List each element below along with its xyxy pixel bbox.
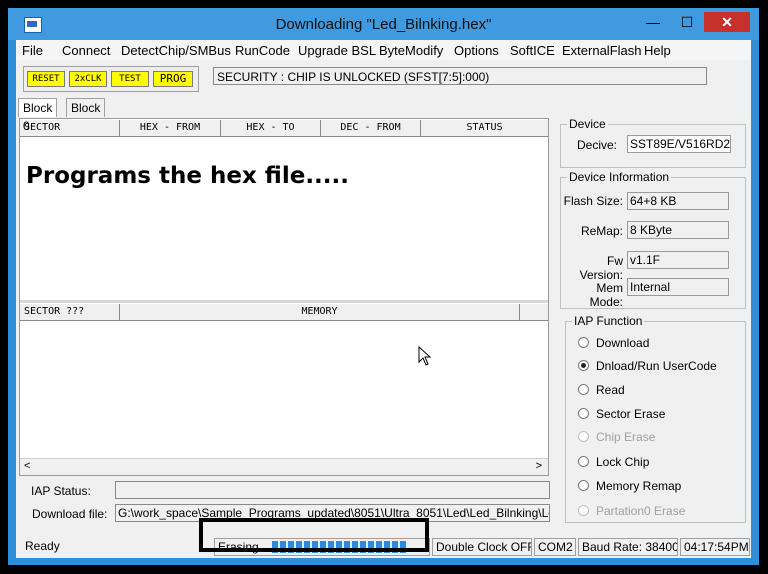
status-port: COM2 (534, 538, 576, 556)
col-hex-from[interactable]: HEX - FROM (120, 120, 221, 136)
tab-block-1[interactable]: Block 1 (66, 98, 106, 133)
radio-sector-erase-label[interactable]: Sector Erase (596, 407, 665, 421)
mouse-pointer-icon (418, 345, 432, 366)
radio-lock-chip-label[interactable]: Lock Chip (596, 455, 649, 469)
mem-mode-label: Mem Mode: (589, 281, 623, 309)
menu-runcode[interactable]: RunCode (235, 43, 290, 58)
status-ready: Ready (25, 539, 60, 553)
test-button[interactable]: TEST (111, 71, 149, 87)
flash-size-field: 64+8 KB (627, 192, 729, 210)
panel-splitter[interactable] (20, 300, 548, 303)
menu-bar: File Connect DetectChip/SMBus RunCode Up… (16, 40, 751, 60)
fw-version-field: v1.1F (627, 251, 729, 269)
memory-table-header: SECTOR ??? MEMORY (20, 304, 548, 321)
status-baud: Baud Rate: 38400 (578, 538, 678, 556)
iap-status-label: IAP Status: (31, 484, 91, 498)
remap-field: 8 KByte (627, 221, 729, 239)
radio-chip-erase-label: Chip Erase (596, 430, 656, 444)
radio-read-label[interactable]: Read (596, 383, 625, 397)
remap-label: ReMap: (580, 224, 623, 238)
radio-dnload-run-label[interactable]: Dnload/Run UserCode (596, 359, 717, 373)
device-group-title: Device (567, 117, 608, 131)
col-hex-to[interactable]: HEX - TO (221, 120, 321, 136)
device-field[interactable]: SST89E/V516RD2 (627, 135, 731, 153)
prog-button[interactable]: PROG (153, 71, 193, 87)
mem-mode-field: Internal (627, 278, 729, 296)
radio-memory-remap[interactable] (578, 480, 589, 491)
col-status[interactable]: STATUS (421, 120, 548, 136)
menu-options[interactable]: Options (454, 43, 499, 58)
menu-help[interactable]: Help (644, 43, 671, 58)
device-group: Device Decive: SST89E/V516RD2 (560, 117, 746, 168)
reset-button[interactable]: RESET (27, 71, 65, 87)
device-info-group: Device Information Flash Size: 64+8 KB R… (560, 170, 746, 309)
block-panel: SECTOR HEX - FROM HEX - TO DEC - FROM ST… (19, 118, 549, 476)
col-memory[interactable]: MEMORY (120, 304, 520, 320)
radio-download[interactable] (578, 337, 589, 348)
radio-partation0-erase-label: Partation0 Erase (596, 504, 686, 518)
annotation-highlight-box (199, 518, 429, 552)
iap-status-field (115, 481, 550, 499)
menu-externalflash[interactable]: ExternalFlash (562, 43, 641, 58)
menu-connect[interactable]: Connect (62, 43, 110, 58)
menu-file[interactable]: File (22, 43, 43, 58)
flash-size-label: Flash Size: (563, 194, 623, 208)
double-clock-button[interactable]: 2xCLK (69, 71, 107, 87)
col-sector-unknown[interactable]: SECTOR ??? (20, 304, 120, 320)
tab-block-0[interactable]: Block 0 (18, 98, 58, 133)
radio-lock-chip[interactable] (578, 456, 589, 467)
menu-detectchip[interactable]: DetectChip/SMBus (121, 43, 231, 58)
scroll-left-arrow-icon[interactable]: < (24, 460, 30, 472)
download-file-label: Download file: (32, 507, 108, 521)
maximize-button[interactable]: ☐ (673, 12, 701, 32)
security-status: SECURITY : CHIP IS UNLOCKED (SFST[7:5]:0… (213, 67, 707, 85)
tool-button-group: RESET 2xCLK TEST PROG (23, 66, 199, 92)
col-dec-from[interactable]: DEC - FROM (321, 120, 421, 136)
application-window: Downloading "Led_Bilnking.hex" — ☐ ✕ Fil… (8, 8, 759, 565)
status-time: 04:17:54PM (680, 538, 750, 556)
radio-chip-erase (578, 431, 589, 442)
device-info-group-title: Device Information (567, 170, 672, 184)
toolbar: RESET 2xCLK TEST PROG SECURITY : CHIP IS… (16, 62, 751, 94)
close-button[interactable]: ✕ (704, 12, 750, 32)
radio-sector-erase[interactable] (578, 408, 589, 419)
menu-upgrade-bsl[interactable]: Upgrade BSL (298, 43, 376, 58)
iap-function-group: IAP Function Download Dnload/Run UserCod… (565, 314, 746, 523)
radio-partation0-erase (578, 505, 589, 516)
minimize-button[interactable]: — (639, 12, 667, 32)
device-label: Decive: (576, 138, 617, 152)
client-area: File Connect DetectChip/SMBus RunCode Up… (16, 40, 751, 558)
radio-memory-remap-label[interactable]: Memory Remap (596, 479, 681, 493)
title-bar[interactable]: Downloading "Led_Bilnking.hex" — ☐ ✕ (8, 8, 759, 40)
status-clock: Double Clock OFF (432, 538, 532, 556)
fw-version-label: Fw Version: (579, 254, 623, 282)
scroll-right-arrow-icon[interactable]: > (536, 460, 542, 472)
radio-read[interactable] (578, 384, 589, 395)
sector-table-header: SECTOR HEX - FROM HEX - TO DEC - FROM ST… (20, 120, 548, 137)
horizontal-scrollbar[interactable]: < > (20, 458, 548, 475)
radio-dnload-run[interactable] (578, 360, 589, 371)
radio-download-label[interactable]: Download (596, 336, 649, 350)
iap-function-group-title: IAP Function (572, 314, 645, 328)
programming-message: Programs the hex file..... (26, 163, 349, 189)
menu-bytemodify[interactable]: ByteModify (379, 43, 443, 58)
col-sector[interactable]: SECTOR (20, 120, 120, 136)
menu-softice[interactable]: SoftICE (510, 43, 555, 58)
